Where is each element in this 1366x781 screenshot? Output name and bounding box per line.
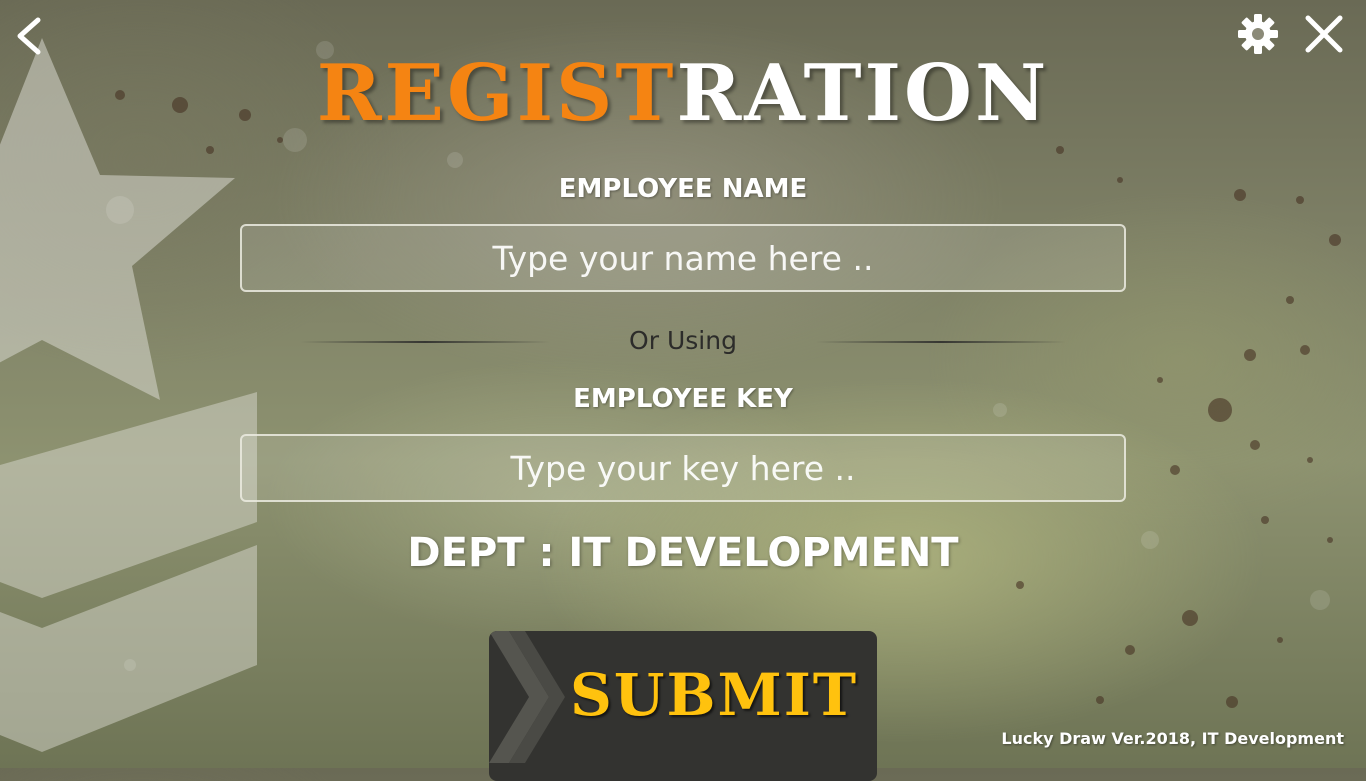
submit-button[interactable]: SUBMIT: [489, 631, 877, 781]
version-footer: Lucky Draw Ver.2018, IT Development: [1001, 729, 1344, 748]
divider-line-right: [816, 341, 1066, 343]
submit-label: SUBMIT: [570, 661, 858, 729]
page-title-accent: REGIST: [316, 48, 677, 139]
employee-key-label: EMPLOYEE KEY: [573, 384, 793, 414]
employee-name-input[interactable]: [240, 224, 1126, 292]
chevron-rank-icon: [0, 392, 257, 752]
page-title: REGISTRATION: [0, 48, 1366, 140]
department-text: DEPT : IT DEVELOPMENT: [407, 530, 959, 576]
employee-name-label: EMPLOYEE NAME: [558, 174, 808, 204]
employee-key-input[interactable]: [240, 434, 1126, 502]
or-divider: Or Using: [300, 322, 1066, 362]
page-title-main: RATION: [676, 48, 1050, 139]
